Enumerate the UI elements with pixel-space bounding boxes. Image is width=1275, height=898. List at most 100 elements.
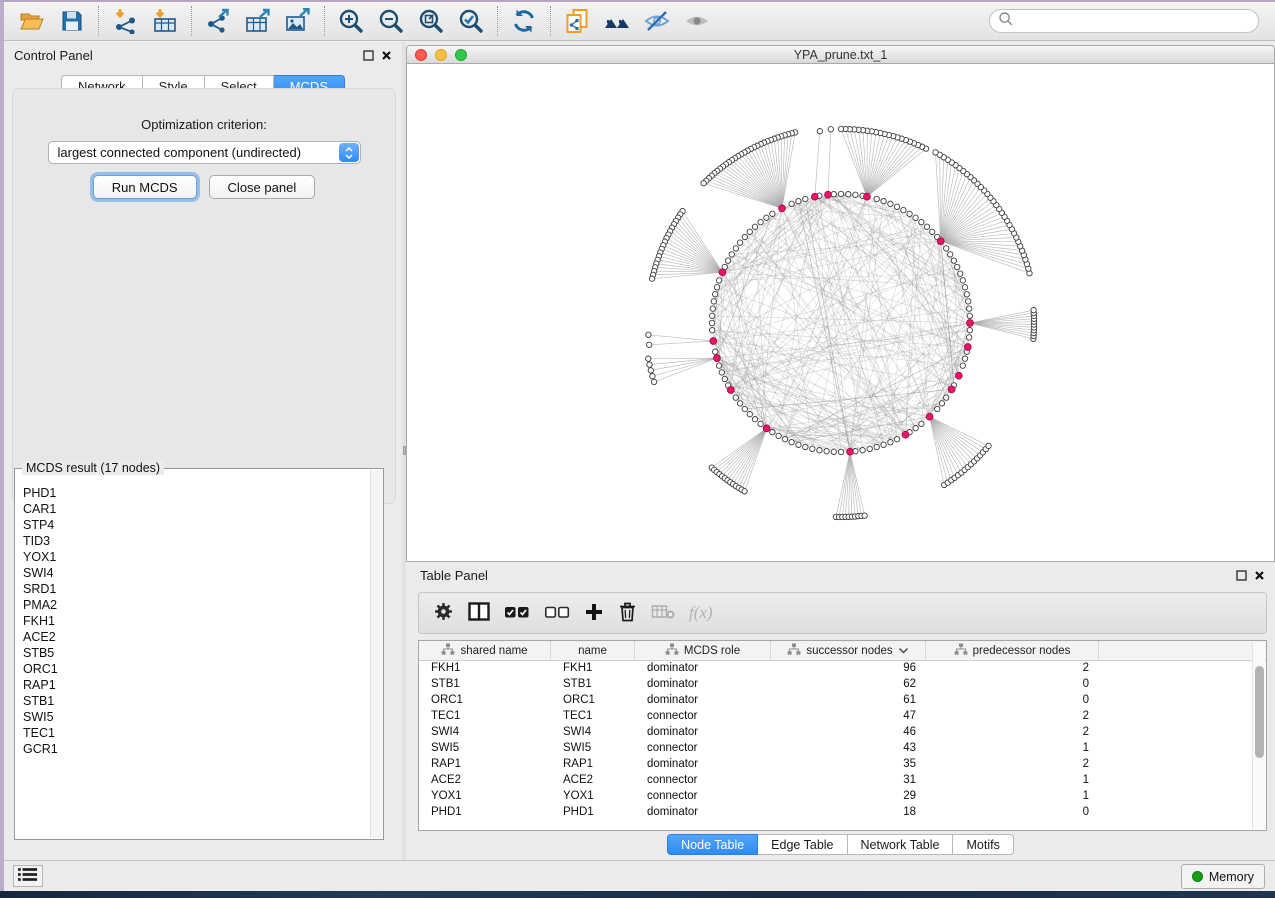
- tab-node-table[interactable]: Node Table: [667, 834, 758, 855]
- network-node[interactable]: [747, 229, 752, 234]
- network-node[interactable]: [764, 215, 769, 220]
- network-node[interactable]: [967, 306, 972, 311]
- network-node[interactable]: [747, 412, 752, 417]
- delete-table-button[interactable]: [651, 603, 675, 623]
- network-node[interactable]: [831, 192, 836, 197]
- network-node[interactable]: [935, 406, 940, 411]
- network-node[interactable]: [846, 192, 851, 197]
- network-node[interactable]: [967, 335, 972, 340]
- zoom-in-button[interactable]: [331, 4, 371, 38]
- network-leaf-node[interactable]: [838, 126, 843, 131]
- mcds-hub-node[interactable]: [967, 320, 974, 327]
- network-node[interactable]: [758, 421, 763, 426]
- table-row[interactable]: ORC1ORC1dominator610: [419, 693, 1266, 709]
- table-row[interactable]: STB1STB1dominator620: [419, 677, 1266, 693]
- network-node[interactable]: [967, 313, 972, 318]
- network-leaf-node[interactable]: [701, 181, 706, 186]
- zoom-fit-button[interactable]: [411, 4, 451, 38]
- float-table-panel-button[interactable]: [1236, 570, 1247, 581]
- criterion-dropdown[interactable]: largest connected component (undirected): [48, 141, 361, 164]
- mcds-result-item[interactable]: FKH1: [23, 613, 369, 629]
- run-mcds-button[interactable]: Run MCDS: [93, 175, 197, 199]
- network-node[interactable]: [951, 258, 956, 263]
- float-panel-button[interactable]: [363, 50, 374, 61]
- network-node[interactable]: [758, 219, 763, 224]
- network-leaf-node[interactable]: [862, 513, 867, 518]
- network-leaf-node[interactable]: [648, 368, 653, 373]
- network-node[interactable]: [725, 258, 730, 263]
- network-node[interactable]: [962, 356, 967, 361]
- mcds-result-item[interactable]: CAR1: [23, 501, 369, 517]
- mcds-hub-node[interactable]: [763, 425, 770, 432]
- network-leaf-node[interactable]: [933, 150, 938, 155]
- table-row[interactable]: TEC1TEC1connector472: [419, 709, 1266, 725]
- network-node[interactable]: [810, 446, 815, 451]
- network-node[interactable]: [710, 313, 715, 318]
- column-header-MCDS-role[interactable]: MCDS role: [635, 641, 771, 660]
- mcds-result-item[interactable]: ORC1: [23, 661, 369, 677]
- network-node[interactable]: [714, 285, 719, 290]
- network-node[interactable]: [733, 395, 738, 400]
- network-node[interactable]: [742, 234, 747, 239]
- show-all-button[interactable]: [677, 4, 717, 38]
- column-header-name[interactable]: name: [551, 641, 635, 660]
- mcds-result-item[interactable]: RAP1: [23, 677, 369, 693]
- mcds-hub-node[interactable]: [779, 205, 786, 212]
- network-node[interactable]: [853, 192, 858, 197]
- network-node[interactable]: [907, 211, 912, 216]
- network-node[interactable]: [737, 401, 742, 406]
- table-row[interactable]: PHD1PHD1dominator180: [419, 805, 1266, 821]
- network-node[interactable]: [709, 320, 714, 325]
- export-network-button[interactable]: [198, 4, 238, 38]
- network-node[interactable]: [796, 442, 801, 447]
- network-node[interactable]: [838, 191, 843, 196]
- network-node[interactable]: [796, 199, 801, 204]
- network-node[interactable]: [967, 328, 972, 333]
- mcds-hub-node[interactable]: [937, 238, 944, 245]
- network-node[interactable]: [824, 449, 829, 454]
- mcds-result-item[interactable]: STB1: [23, 693, 369, 709]
- network-node[interactable]: [803, 444, 808, 449]
- network-node[interactable]: [717, 278, 722, 283]
- close-table-panel-button[interactable]: [1254, 570, 1265, 581]
- network-node[interactable]: [881, 199, 886, 204]
- hide-selected-button[interactable]: [637, 4, 677, 38]
- network-leaf-node[interactable]: [646, 356, 651, 361]
- network-canvas[interactable]: [406, 64, 1275, 562]
- network-leaf-node[interactable]: [651, 379, 656, 384]
- table-scrollbar[interactable]: [1252, 642, 1265, 829]
- zoom-selected-button[interactable]: [451, 4, 491, 38]
- import-network-button[interactable]: [105, 4, 145, 38]
- network-node[interactable]: [803, 196, 808, 201]
- network-node[interactable]: [717, 363, 722, 368]
- table-row[interactable]: RAP1RAP1dominator352: [419, 757, 1266, 773]
- table-row[interactable]: SWI5SWI5connector431: [419, 741, 1266, 757]
- import-table-button[interactable]: [145, 4, 185, 38]
- tab-edge-table[interactable]: Edge Table: [758, 834, 847, 855]
- select-all-button[interactable]: [504, 605, 530, 622]
- memory-button[interactable]: Memory: [1181, 864, 1265, 889]
- task-history-button[interactable]: [13, 865, 43, 887]
- network-node[interactable]: [888, 440, 893, 445]
- mcds-hub-node[interactable]: [864, 193, 871, 200]
- network-node[interactable]: [838, 449, 843, 454]
- network-node[interactable]: [966, 299, 971, 304]
- network-node[interactable]: [752, 417, 757, 422]
- network-leaf-node[interactable]: [650, 374, 655, 379]
- mcds-result-item[interactable]: STP4: [23, 517, 369, 533]
- mcds-result-item[interactable]: YOX1: [23, 549, 369, 565]
- mcds-result-item[interactable]: SRD1: [23, 581, 369, 597]
- table-row[interactable]: SWI4SWI4dominator462: [419, 725, 1266, 741]
- mcds-hub-node[interactable]: [719, 269, 726, 276]
- mcds-hub-node[interactable]: [948, 386, 955, 393]
- network-node[interactable]: [913, 426, 918, 431]
- export-image-button[interactable]: [278, 4, 318, 38]
- network-node[interactable]: [960, 278, 965, 283]
- network-leaf-node[interactable]: [742, 489, 747, 494]
- network-node[interactable]: [948, 252, 953, 257]
- search-input[interactable]: [1014, 14, 1250, 28]
- column-header-successor-nodes[interactable]: successor nodes: [771, 641, 926, 660]
- network-leaf-node[interactable]: [647, 342, 652, 347]
- network-node[interactable]: [919, 421, 924, 426]
- mcds-result-item[interactable]: SWI4: [23, 565, 369, 581]
